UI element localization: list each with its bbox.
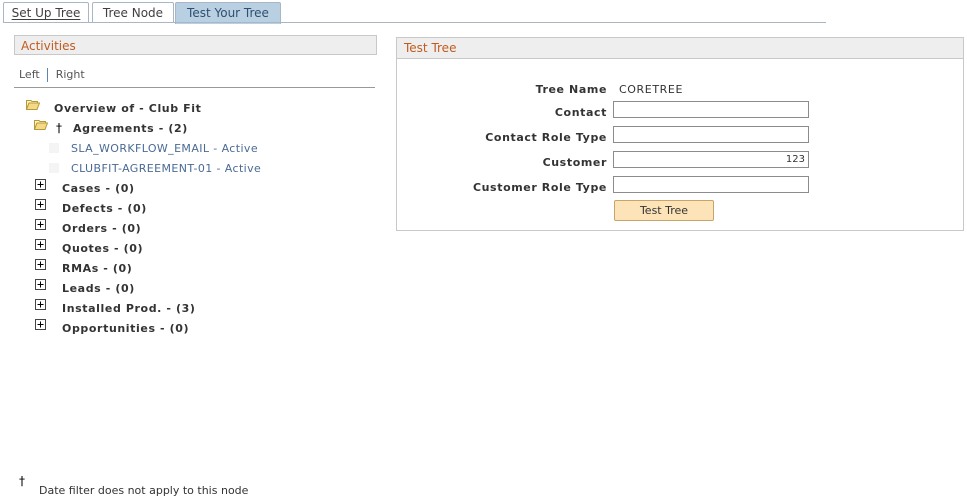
tree-node-quotes[interactable]: Quotes - (0)	[62, 242, 143, 255]
customer-role-type-label: Customer Role Type	[472, 181, 607, 194]
tree-node-rmas[interactable]: RMAs - (0)	[62, 262, 132, 275]
tree-node-defects[interactable]: Defects - (0)	[62, 202, 147, 215]
contact-role-type-label: Contact Role Type	[485, 131, 607, 144]
expand-plus-icon[interactable]	[35, 299, 46, 310]
tab-test-your-tree[interactable]: Test Your Tree	[175, 2, 281, 24]
expand-plus-icon[interactable]	[35, 219, 46, 230]
tree-leaf-sla-workflow-email[interactable]: SLA_WORKFLOW_EMAIL - Active	[71, 142, 258, 155]
tree-leaf-clubfit-agreement[interactable]: CLUBFIT-AGREEMENT-01 - Active	[71, 162, 261, 175]
open-folder-icon[interactable]	[26, 99, 40, 110]
tab-set-up-tree[interactable]: Set Up Tree	[3, 2, 89, 23]
leaf-icon	[49, 163, 59, 173]
tab-divider	[3, 22, 826, 23]
test-tree-button[interactable]: Test Tree	[614, 200, 714, 221]
customer-role-type-field[interactable]	[613, 176, 809, 193]
expand-plus-icon[interactable]	[35, 259, 46, 270]
leaf-icon	[49, 143, 59, 153]
tree-node-installed-prod[interactable]: Installed Prod. - (3)	[62, 302, 196, 315]
expand-plus-icon[interactable]	[35, 199, 46, 210]
separator	[46, 68, 48, 82]
footnote-dagger: †	[19, 474, 25, 488]
tree-node-opportunities[interactable]: Opportunities - (0)	[62, 322, 189, 335]
expand-plus-icon[interactable]	[35, 239, 46, 250]
tab-tree-node[interactable]: Tree Node	[92, 2, 174, 23]
tree-root[interactable]: Overview of - Club Fit	[54, 102, 202, 115]
tree-name-value: CORETREE	[619, 83, 683, 96]
right-link[interactable]: Right	[56, 68, 85, 81]
left-link[interactable]: Left	[19, 68, 40, 81]
dagger-marker: †	[56, 121, 62, 135]
tree-node-cases[interactable]: Cases - (0)	[62, 182, 135, 195]
expand-plus-icon[interactable]	[35, 319, 46, 330]
activities-header: Activities	[14, 35, 377, 55]
contact-label: Contact	[554, 106, 607, 119]
tab-label: Tree Node	[102, 6, 164, 20]
open-folder-icon[interactable]	[34, 119, 48, 130]
tab-label: Test Your Tree	[187, 6, 269, 20]
contact-field[interactable]	[613, 101, 809, 118]
expand-plus-icon[interactable]	[35, 279, 46, 290]
tree-node-leads[interactable]: Leads - (0)	[62, 282, 135, 295]
tree-divider	[14, 87, 375, 88]
test-tree-header: Test Tree	[397, 38, 963, 59]
left-right-toggle: Left Right	[19, 68, 85, 82]
tree-name-label: Tree Name	[535, 83, 607, 96]
contact-role-type-field[interactable]	[613, 126, 809, 143]
customer-label: Customer	[542, 156, 607, 169]
customer-field[interactable]	[613, 151, 809, 168]
tab-label: Set Up Tree	[11, 6, 81, 20]
expand-plus-icon[interactable]	[35, 179, 46, 190]
tree-node-orders[interactable]: Orders - (0)	[62, 222, 141, 235]
test-tree-panel: Test Tree Tree Name CORETREE Contact Con…	[396, 37, 964, 231]
footnote-text: Date filter does not apply to this node	[39, 484, 249, 497]
tree-node-agreements[interactable]: Agreements - (2)	[73, 122, 188, 135]
